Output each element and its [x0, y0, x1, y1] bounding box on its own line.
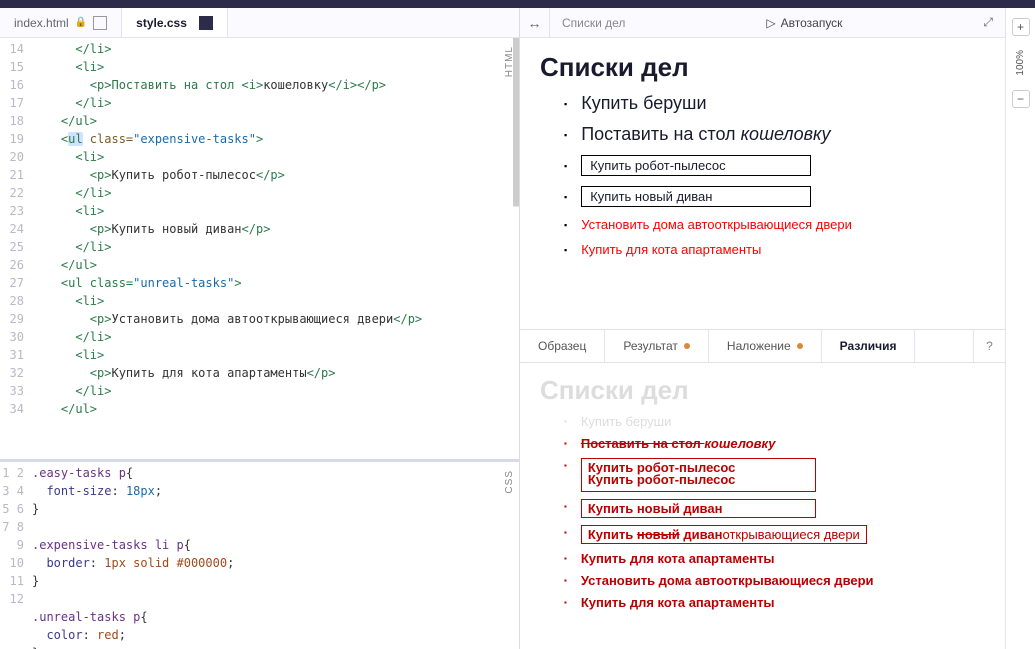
change-dot-icon	[684, 343, 690, 349]
tab-overlay[interactable]: Наложение	[709, 330, 822, 362]
page-title: Списки дел	[540, 52, 985, 83]
diff-title: Списки дел	[540, 375, 985, 406]
tab-label: index.html	[14, 16, 69, 30]
list-item: Купить робот-пылесосКупить робот-пылесос	[564, 458, 985, 492]
preview-output: Списки дел Купить беруши Поставить на ст…	[520, 38, 1005, 329]
list-item: Поставить на стол кошеловку	[564, 124, 985, 145]
panel-toggle-icon	[93, 16, 107, 30]
list-item: Купить беруши	[564, 93, 985, 114]
list-item: Купить новый диван	[564, 499, 985, 518]
list-item: Купить для кота апартаменты	[564, 242, 985, 257]
css-gutter: 1 2 3 4 5 6 7 8 9 10 11 12	[0, 464, 32, 649]
list-item: Купить беруши	[564, 414, 985, 429]
result-tabs: Образец Результат Наложение Различия ?	[520, 329, 1005, 363]
resize-handle-icon[interactable]: ↔	[520, 8, 550, 37]
list-item: Купить для кота апартаменты	[564, 551, 985, 566]
list-item: Купить новый диван	[564, 186, 985, 207]
zoom-level: 100%	[1015, 50, 1026, 76]
zoom-out-icon[interactable]: −	[1012, 90, 1030, 108]
zoom-sidebar: + 100% −	[1005, 8, 1035, 649]
preview-header: ↔ Списки дел ▷ Автозапуск ⤢	[520, 8, 1005, 38]
zoom-in-icon[interactable]: +	[1012, 18, 1030, 36]
tab-result[interactable]: Результат	[605, 330, 709, 362]
html-gutter: 14 15 16 17 18 19 20 21 22 23 24 25 26 2…	[0, 40, 32, 418]
tab-style-css[interactable]: style.css	[122, 8, 228, 37]
lock-icon: 🔒	[75, 17, 87, 28]
css-code[interactable]: .easy-tasks p{ font-size: 18px; } .expen…	[32, 464, 234, 649]
html-code[interactable]: </li> <li> <p>Поставить на стол <i>кошел…	[32, 40, 422, 418]
tab-diff[interactable]: Различия	[822, 330, 916, 362]
list-item: Купить новый диваноткрывающиеся двери	[564, 525, 985, 544]
tab-label: style.css	[136, 16, 187, 30]
diff-output: Списки дел Купить беруши Поставить на ст…	[520, 363, 1005, 649]
top-bar	[0, 0, 1035, 8]
css-editor[interactable]: CSS 1 2 3 4 5 6 7 8 9 10 11 12 .easy-tas…	[0, 459, 519, 649]
panel-toggle-icon	[199, 16, 213, 30]
list-item: Купить для кота апартаменты	[564, 595, 985, 610]
expand-icon[interactable]: ⤢	[983, 15, 993, 30]
scrollbar[interactable]	[513, 38, 519, 459]
tab-sample[interactable]: Образец	[520, 330, 605, 362]
html-editor[interactable]: HTML 14 15 16 17 18 19 20 21 22 23 24 25…	[0, 38, 519, 459]
play-icon: ▷	[766, 16, 775, 30]
change-dot-icon	[797, 343, 803, 349]
list-item: Установить дома автооткрывающиеся двери	[564, 217, 985, 232]
help-icon[interactable]: ?	[973, 330, 1005, 362]
autorun-button[interactable]: ▷ Автозапуск	[766, 16, 842, 30]
list-item: Поставить на стол кошеловку	[564, 436, 985, 451]
preview-title: Списки дел	[562, 16, 625, 30]
file-tabs: index.html 🔒 style.css	[0, 8, 519, 38]
css-label: CSS	[504, 470, 515, 494]
tab-index-html[interactable]: index.html 🔒	[0, 8, 122, 37]
list-item: Купить робот-пылесос	[564, 155, 985, 176]
list-item: Установить дома автооткрывающиеся двери	[564, 573, 985, 588]
